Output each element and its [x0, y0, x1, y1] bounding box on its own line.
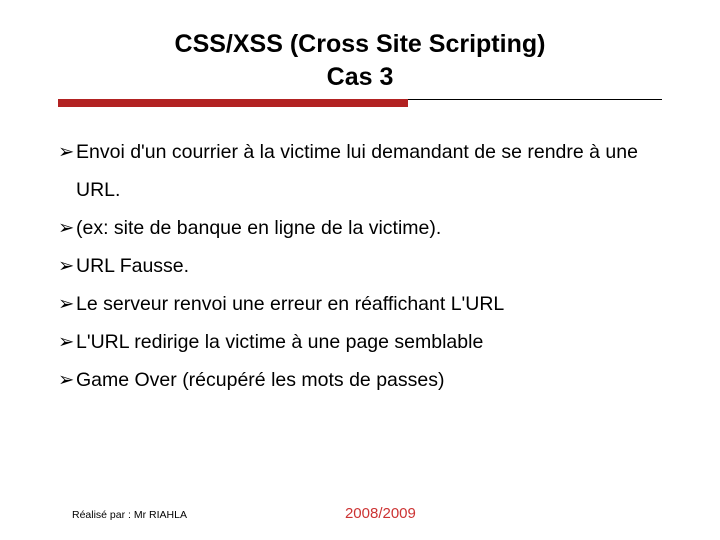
- list-item: ➢ URL Fausse.: [58, 247, 662, 285]
- list-item: ➢ Game Over (récupéré les mots de passes…: [58, 361, 662, 399]
- list-item: ➢ Le serveur renvoi une erreur en réaffi…: [58, 285, 662, 323]
- bullet-text: L'URL redirige la victime à une page sem…: [76, 331, 483, 353]
- arrow-icon: ➢: [58, 285, 74, 323]
- bullet-list: ➢ Envoi d'un courrier à la victime lui d…: [58, 133, 662, 399]
- list-item: ➢ Envoi d'un courrier à la victime lui d…: [58, 133, 662, 209]
- bullet-text: Le serveur renvoi une erreur en réaffich…: [76, 293, 504, 315]
- arrow-icon: ➢: [58, 361, 74, 399]
- footer-author: Réalisé par : Mr RIAHLA: [72, 509, 187, 521]
- list-item: ➢ L'URL redirige la victime à une page s…: [58, 323, 662, 361]
- title-line-2: Cas 3: [327, 63, 394, 91]
- bullet-text: URL Fausse.: [76, 255, 189, 277]
- title-underline: [58, 99, 662, 107]
- slide: CSS/XSS (Cross Site Scripting) Cas 3 ➢ E…: [0, 0, 720, 540]
- slide-title: CSS/XSS (Cross Site Scripting) Cas 3: [58, 28, 662, 93]
- bullet-text: (ex: site de banque en ligne de la victi…: [76, 217, 441, 239]
- bullet-text: Envoi d'un courrier à la victime lui dem…: [76, 141, 638, 201]
- arrow-icon: ➢: [58, 133, 74, 171]
- list-item: ➢ (ex: site de banque en ligne de la vic…: [58, 209, 662, 247]
- arrow-icon: ➢: [58, 209, 74, 247]
- footer-year: 2008/2009: [345, 505, 416, 522]
- bullet-text: Game Over (récupéré les mots de passes): [76, 369, 444, 391]
- underline-red: [58, 99, 408, 107]
- title-line-1: CSS/XSS (Cross Site Scripting): [175, 30, 546, 58]
- footer: Réalisé par : Mr RIAHLA 2008/2009: [72, 505, 662, 522]
- arrow-icon: ➢: [58, 323, 74, 361]
- arrow-icon: ➢: [58, 247, 74, 285]
